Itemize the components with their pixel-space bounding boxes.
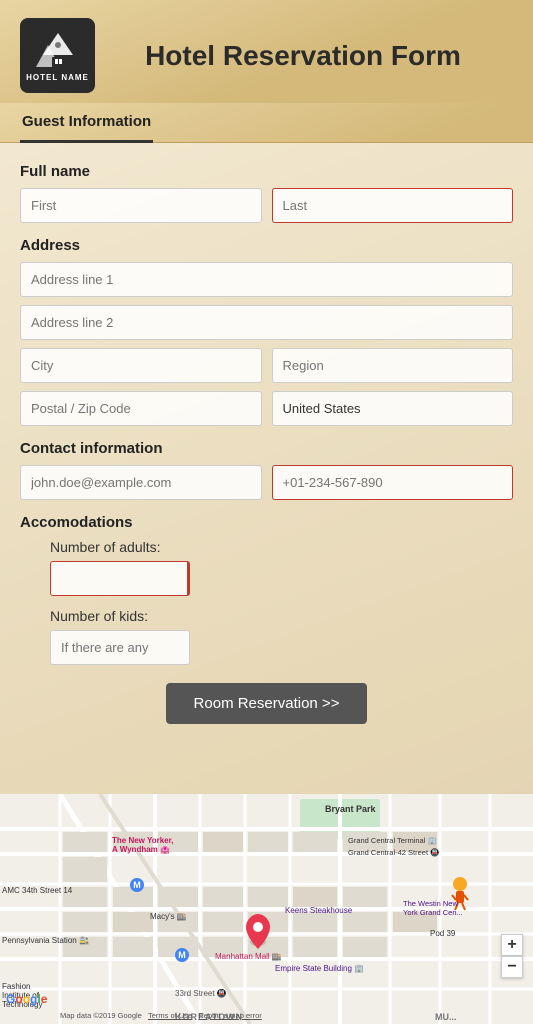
map-label-pod39: Pod 39 bbox=[430, 929, 455, 938]
hotel-name-logo: HOTEL NAME bbox=[26, 73, 89, 82]
map-report-link[interactable]: Report a map error bbox=[198, 1011, 261, 1020]
region-input[interactable] bbox=[272, 348, 514, 383]
map-label-manhattan-mall: Manhattan Mall 🏬 bbox=[215, 952, 282, 961]
city-region-row bbox=[20, 348, 513, 383]
map-label-westin: The Westin NewYork Grand Cen... bbox=[403, 899, 463, 917]
map-label-amc: AMC 34th Street 14 bbox=[2, 886, 72, 895]
adults-label: Number of adults: bbox=[50, 539, 513, 555]
map-label-macys: Macy's 🏬 bbox=[150, 912, 187, 921]
kids-label: Number of kids: bbox=[50, 608, 513, 624]
map-metro-2: M bbox=[175, 948, 189, 962]
city-input[interactable] bbox=[20, 348, 262, 383]
tab-bar: Guest Information bbox=[0, 103, 533, 143]
map-label-new-yorker: The New Yorker,A Wyndham 🏩 bbox=[112, 836, 174, 854]
adults-row: Number of adults: bbox=[20, 539, 513, 596]
map-zoom-in-button[interactable]: + bbox=[501, 934, 523, 956]
hotel-logo-icon bbox=[33, 29, 83, 71]
kids-row: Number of kids: bbox=[20, 608, 513, 665]
button-row: Room Reservation >> bbox=[20, 683, 513, 734]
reservation-button[interactable]: Room Reservation >> bbox=[166, 683, 368, 724]
contact-row bbox=[20, 465, 513, 500]
map-label-empire: Empire State Building 🏢 bbox=[275, 964, 364, 973]
map-data-text: Map data ©2019 Google Terms of Use Repor… bbox=[60, 1011, 262, 1020]
contact-label: Contact information bbox=[20, 440, 513, 457]
country-select[interactable]: United States bbox=[272, 391, 514, 426]
postal-input[interactable] bbox=[20, 391, 262, 426]
full-name-label: Full name bbox=[20, 163, 513, 180]
page-wrapper: HOTEL NAME Hotel Reservation Form Guest … bbox=[0, 0, 533, 1024]
postal-country-row: United States bbox=[20, 391, 513, 426]
address1-row bbox=[20, 262, 513, 297]
address1-input[interactable] bbox=[20, 262, 513, 297]
map-label-33rd: 33rd Street 🚇 bbox=[175, 989, 227, 998]
google-logo: Google bbox=[6, 990, 47, 1008]
full-name-row bbox=[20, 188, 513, 223]
kids-input[interactable] bbox=[50, 630, 190, 665]
logo-container: HOTEL NAME bbox=[20, 18, 95, 93]
form-area: Full name Address United States Contact … bbox=[0, 143, 533, 794]
map-label-mur: MU... bbox=[435, 1012, 457, 1022]
map-label-grand-central-42: Grand Central-42 Street 🚇 bbox=[348, 848, 439, 857]
tab-guest-info[interactable]: Guest Information bbox=[20, 103, 153, 143]
address2-input[interactable] bbox=[20, 305, 513, 340]
map-container: Bryant Park Grand Central Terminal 🏢 Gra… bbox=[0, 794, 533, 1024]
header: HOTEL NAME Hotel Reservation Form bbox=[0, 0, 533, 103]
map-zoom-out-button[interactable]: − bbox=[501, 956, 523, 978]
map-label-penn: Pennsylvania Station 🚉 bbox=[2, 936, 89, 945]
page-title: Hotel Reservation Form bbox=[113, 40, 513, 72]
address2-row bbox=[20, 305, 513, 340]
map-label-keens: Keens Steakhouse bbox=[285, 906, 352, 915]
map-label-grand-central: Grand Central Terminal 🏢 bbox=[348, 836, 437, 845]
adults-input[interactable] bbox=[50, 561, 190, 596]
map-terms-link[interactable]: Terms of Use bbox=[148, 1011, 192, 1020]
address-label: Address bbox=[20, 237, 513, 254]
accom-label: Accomodations bbox=[20, 514, 513, 531]
map-metro-1: M bbox=[130, 878, 144, 892]
phone-input[interactable] bbox=[272, 465, 514, 500]
map-label-bryant-park: Bryant Park bbox=[325, 804, 376, 814]
email-input[interactable] bbox=[20, 465, 262, 500]
first-name-input[interactable] bbox=[20, 188, 262, 223]
last-name-input[interactable] bbox=[272, 188, 514, 223]
